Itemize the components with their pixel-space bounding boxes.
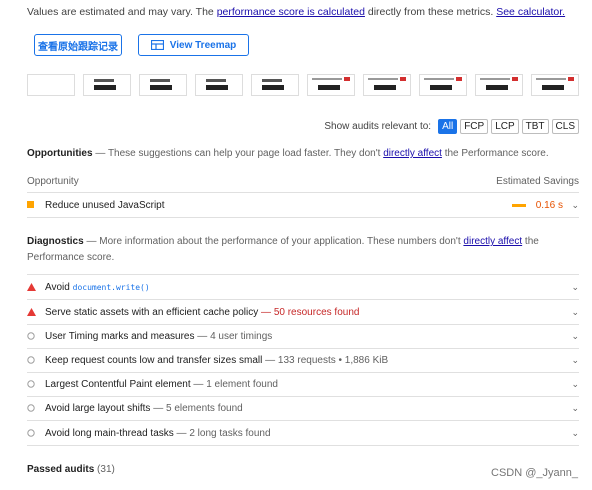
col-estimated-savings: Estimated Savings — [496, 176, 579, 187]
opportunities-title: Opportunities — [27, 148, 93, 159]
fail-triangle-icon — [27, 308, 45, 316]
diagnostic-row[interactable]: Serve static assets with an efficient ca… — [27, 300, 579, 324]
diagnostics-desc: — More information about the performance… — [83, 236, 464, 247]
opportunity-title: Reduce unused JavaScript — [45, 199, 165, 211]
opportunities-directly-affect-link[interactable]: directly affect — [383, 148, 442, 159]
chevron-down-icon[interactable]: ⌄ — [569, 307, 579, 318]
audit-filter: Show audits relevant to: All FCP LCP TBT… — [324, 119, 579, 134]
chevron-down-icon[interactable]: ⌄ — [569, 428, 579, 439]
filmstrip-frame — [195, 74, 243, 96]
opportunities-column-header: Opportunity Estimated Savings — [27, 176, 579, 187]
diagnostic-detail: 1 element found — [206, 378, 278, 390]
watermark: CSDN @_Jyann_ — [491, 467, 578, 479]
filmstrip-frame — [531, 74, 579, 96]
filmstrip-frame — [419, 74, 467, 96]
diagnostic-title: Keep request counts low and transfer siz… — [45, 354, 263, 366]
diagnostics-desc-line2: Performance score. — [27, 252, 115, 263]
diagnostic-code: document.write() — [72, 282, 150, 292]
diagnostics-header: Diagnostics — More information about the… — [27, 234, 579, 266]
diagnostics-title: Diagnostics — [27, 236, 84, 247]
opportunities-desc-end: the Performance score. — [441, 148, 549, 159]
filmstrip-frame — [363, 74, 411, 96]
diagnostics-desc-end: the — [522, 236, 539, 247]
info-circle-icon — [27, 429, 45, 437]
diagnostic-row[interactable]: User Timing marks and measures — 4 user … — [27, 324, 579, 348]
view-treemap-button[interactable]: View Treemap — [138, 34, 249, 56]
diagnostic-detail: 4 user timings — [210, 330, 273, 342]
diagnostic-title: Avoid — [45, 281, 73, 293]
diagnostic-title: User Timing marks and measures — [45, 330, 195, 342]
see-calculator-link[interactable]: See calculator. — [496, 6, 565, 18]
savings-value: 0.16 s — [535, 199, 563, 211]
chevron-down-icon[interactable]: ⌄ — [569, 379, 579, 390]
diagnostic-title: Serve static assets with an efficient ca… — [45, 306, 259, 318]
chevron-down-icon[interactable]: ⌄ — [569, 355, 579, 366]
filmstrip-frame — [83, 74, 131, 96]
diagnostic-detail: 5 elements found — [166, 402, 243, 414]
score-calculated-link[interactable]: performance score is calculated — [217, 6, 365, 18]
filter-lcp-button[interactable]: LCP — [491, 119, 519, 134]
diagnostic-row[interactable]: Avoid large layout shifts — 5 elements f… — [27, 396, 579, 420]
chevron-down-icon[interactable]: ⌄ — [569, 200, 579, 211]
chevron-down-icon[interactable]: ⌄ — [569, 331, 579, 342]
passed-audits-label: Passed audits — [27, 464, 95, 475]
view-original-trace-label: 查看原始跟踪记录 — [38, 41, 118, 53]
divider — [27, 445, 579, 446]
view-treemap-label: View Treemap — [169, 39, 237, 51]
intro-prefix: Values are estimated and may vary. The — [27, 6, 217, 18]
info-circle-icon — [27, 332, 45, 340]
passed-audits-toggle[interactable]: Passed audits (31) — [27, 464, 115, 475]
view-original-trace-button[interactable]: 查看原始跟踪记录 — [34, 34, 122, 56]
diagnostic-row[interactable]: Avoid long main-thread tasks — 2 long ta… — [27, 421, 579, 445]
average-square-icon — [27, 201, 45, 209]
filter-all-button[interactable]: All — [438, 119, 458, 134]
filmstrip-frame — [251, 74, 299, 96]
diagnostic-detail: 50 resources found — [273, 306, 360, 318]
diagnostic-row[interactable]: Avoid document.write() ⌄ — [27, 275, 579, 299]
diagnostic-title: Largest Contentful Paint element — [45, 378, 191, 390]
filmstrip-frame — [139, 74, 187, 96]
diagnostic-row[interactable]: Keep request counts low and transfer siz… — [27, 348, 579, 372]
diagnostic-title: Avoid large layout shifts — [45, 402, 151, 414]
filmstrip-frame — [307, 74, 355, 96]
opportunities-header: Opportunities — These suggestions can he… — [27, 146, 549, 162]
passed-audits-count: (31) — [97, 464, 115, 475]
diagnostic-title: Avoid long main-thread tasks — [45, 427, 174, 439]
savings-bar — [511, 203, 526, 207]
filmstrip — [27, 74, 579, 96]
filter-fcp-button[interactable]: FCP — [460, 119, 489, 134]
intro-text: Values are estimated and may vary. The p… — [27, 6, 565, 18]
diagnostics-directly-affect-link[interactable]: directly affect — [463, 236, 522, 247]
chevron-down-icon[interactable]: ⌄ — [569, 403, 579, 414]
opportunity-row[interactable]: Reduce unused JavaScript 0.16 s ⌄ — [27, 193, 579, 217]
savings-indicator: 0.16 s — [511, 199, 563, 211]
filter-tbt-button[interactable]: TBT — [521, 119, 549, 134]
diagnostic-detail: 2 long tasks found — [189, 427, 271, 439]
divider — [27, 217, 579, 218]
intro-middle: directly from these metrics. — [364, 6, 497, 18]
info-circle-icon — [27, 404, 45, 412]
filmstrip-frame — [27, 74, 75, 96]
opportunities-desc: — These suggestions can help your page l… — [92, 148, 384, 159]
filter-cls-button[interactable]: CLS — [551, 119, 579, 134]
fail-triangle-icon — [27, 283, 45, 291]
info-circle-icon — [27, 356, 45, 364]
diagnostic-detail: 133 requests • 1,886 KiB — [277, 354, 389, 366]
filmstrip-frame — [475, 74, 523, 96]
col-opportunity: Opportunity — [27, 176, 79, 187]
treemap-icon — [150, 40, 164, 50]
chevron-down-icon[interactable]: ⌄ — [569, 282, 579, 293]
info-circle-icon — [27, 380, 45, 388]
diagnostic-row[interactable]: Largest Contentful Paint element — 1 ele… — [27, 372, 579, 396]
audit-filter-label: Show audits relevant to: — [324, 121, 432, 132]
